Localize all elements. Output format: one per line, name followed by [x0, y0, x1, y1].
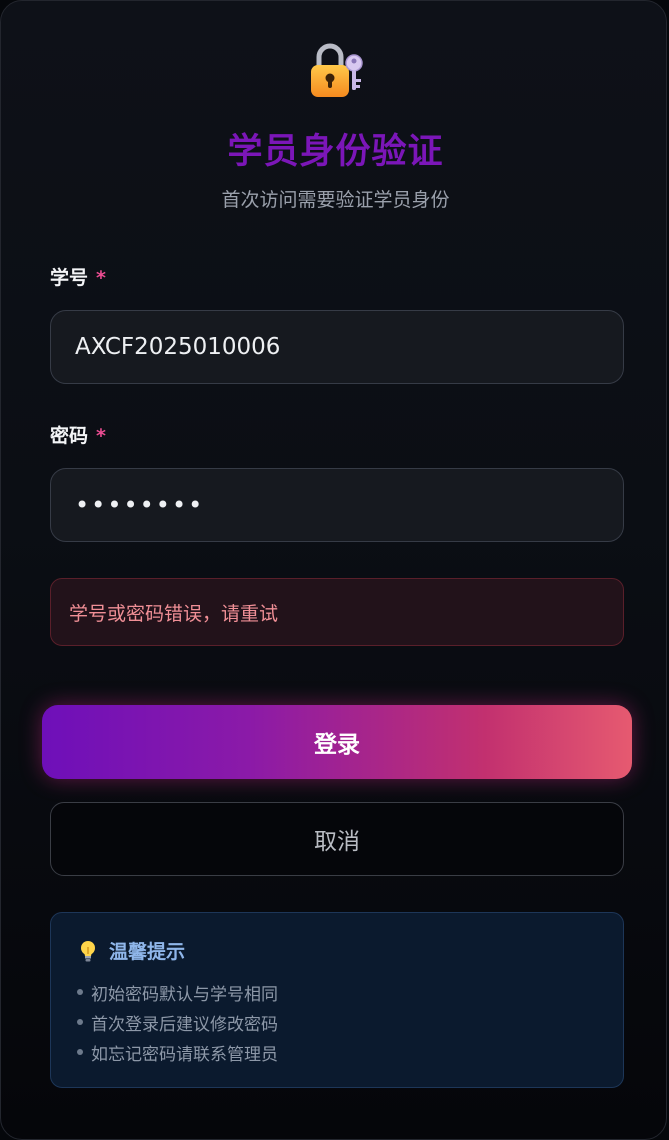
tips-title: 温馨提示 [109, 941, 186, 963]
required-mark: * [96, 425, 106, 447]
required-mark: * [96, 267, 106, 289]
tips-heading: 温馨提示 [77, 937, 185, 964]
list-item: 首次登录后建议修改密码 [77, 1007, 278, 1037]
bullet-icon [77, 1019, 83, 1025]
tip-text: 初始密码默认与学号相同 [91, 984, 278, 1005]
list-item: 初始密码默认与学号相同 [77, 977, 278, 1007]
cancel-button[interactable]: 取消 [50, 802, 624, 876]
lock-with-key-icon [307, 41, 367, 101]
page-subtitle: 首次访问需要验证学员身份 [221, 189, 450, 211]
tips-panel: 温馨提示 初始密码默认与学号相同 首次登录后建议修改密码 如忘记密码请联系管理员 [50, 912, 624, 1088]
tip-text: 首次登录后建议修改密码 [91, 1014, 278, 1035]
student-id-label: 学号 * [50, 263, 106, 290]
password-input[interactable]: •••••••• [50, 468, 624, 542]
error-message: 学号或密码错误，请重试 [50, 578, 624, 646]
password-value: •••••••• [75, 491, 205, 519]
student-id-label-text: 学号 [50, 267, 89, 289]
login-card: 学员身份验证 首次访问需要验证学员身份 学号 * AXCF2025010006 密… [0, 0, 667, 1140]
password-label: 密码 * [50, 421, 106, 448]
page-title: 学员身份验证 [227, 132, 444, 172]
student-id-input[interactable]: AXCF2025010006 [50, 310, 624, 384]
error-message-text: 学号或密码错误，请重试 [69, 602, 279, 625]
login-button[interactable]: 登录 [42, 705, 632, 779]
student-id-value: AXCF2025010006 [75, 334, 281, 360]
tips-list: 初始密码默认与学号相同 首次登录后建议修改密码 如忘记密码请联系管理员 [77, 977, 278, 1067]
bullet-icon [77, 989, 83, 995]
password-label-text: 密码 [50, 425, 89, 447]
tip-text: 如忘记密码请联系管理员 [91, 1044, 278, 1065]
lightbulb-icon [81, 940, 95, 961]
list-item: 如忘记密码请联系管理员 [77, 1037, 278, 1067]
bullet-icon [77, 1049, 83, 1055]
